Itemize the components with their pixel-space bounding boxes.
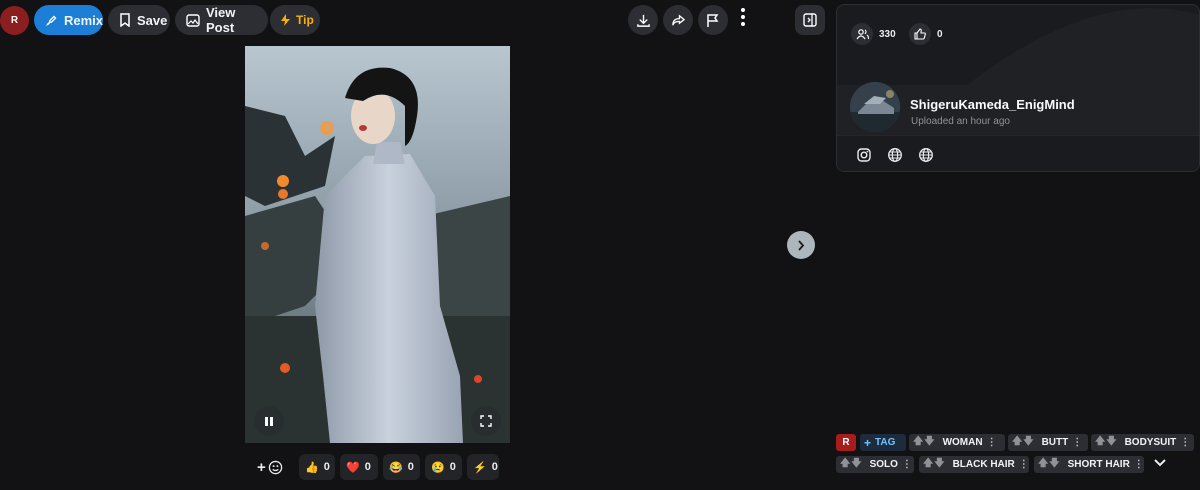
- reaction-like[interactable]: 👍 0: [299, 454, 335, 480]
- followers-stat: 330: [851, 23, 896, 45]
- avatar[interactable]: R: [0, 6, 29, 35]
- pause-icon: [264, 416, 274, 427]
- remix-button[interactable]: Remix: [34, 5, 103, 35]
- reaction-cry[interactable]: 😢 0: [425, 454, 462, 480]
- rating-badge: R: [836, 434, 856, 451]
- globe-icon[interactable]: [887, 147, 903, 163]
- chevron-right-icon: [797, 239, 805, 251]
- view-post-label: View Post: [206, 5, 236, 35]
- creator-avatar[interactable]: [850, 82, 900, 132]
- reaction-count: 0: [491, 461, 498, 473]
- toggle-sidebar-button[interactable]: [795, 5, 825, 35]
- save-button[interactable]: Save: [108, 5, 170, 35]
- tag-menu-icon[interactable]: ⋮: [1072, 437, 1082, 448]
- likes-stat: 0: [909, 23, 943, 45]
- laugh-emoji-icon: 😂: [389, 461, 403, 474]
- save-label: Save: [137, 12, 168, 28]
- upload-time: Uploaded an hour ago: [911, 116, 1010, 127]
- brush-icon: [45, 14, 58, 27]
- add-reaction-button[interactable]: +: [257, 454, 291, 480]
- tag-label: WOMAN: [942, 437, 983, 448]
- sidebar-toggle-icon: [803, 13, 817, 27]
- pause-button[interactable]: [254, 406, 284, 436]
- tag-item[interactable]: 🡅🡇 SOLO ⋮: [836, 456, 914, 473]
- portrait-image: [245, 46, 510, 443]
- smiley-icon: [268, 460, 283, 475]
- avatar-letter: R: [10, 15, 19, 26]
- vote-arrows-icon[interactable]: 🡅🡇: [840, 456, 863, 473]
- tip-button[interactable]: Tip: [270, 5, 320, 35]
- reaction-count: 0: [323, 461, 330, 473]
- share-button[interactable]: [663, 5, 693, 35]
- heart-emoji-icon: ❤️: [346, 461, 360, 474]
- followers-count: 330: [879, 28, 896, 40]
- creator-username[interactable]: ShigeruKameda_EnigMind: [910, 97, 1075, 112]
- tag-label: SHORT HAIR: [1067, 459, 1130, 470]
- lightning-emoji-icon: ⚡: [473, 461, 487, 474]
- vote-arrows-icon[interactable]: 🡅🡇: [1038, 456, 1061, 473]
- bookmark-icon: [119, 13, 131, 27]
- reaction-heart[interactable]: ❤️ 0: [340, 454, 378, 480]
- image-icon: [186, 13, 200, 27]
- reaction-lightning[interactable]: ⚡ 0: [467, 454, 499, 480]
- globe-icon[interactable]: [918, 147, 934, 163]
- fullscreen-button[interactable]: [471, 406, 501, 436]
- vote-arrows-icon[interactable]: 🡅🡇: [913, 434, 936, 451]
- thumbs-up-icon: [909, 23, 931, 45]
- vote-arrows-icon[interactable]: 🡅🡇: [1095, 434, 1118, 451]
- reaction-count: 0: [407, 461, 414, 473]
- tag-label: SOLO: [869, 459, 898, 470]
- tag-label: BODYSUIT: [1124, 437, 1177, 448]
- likes-count: 0: [937, 28, 943, 40]
- remix-label: Remix: [64, 12, 104, 28]
- tip-label: Tip: [296, 13, 314, 27]
- tag-label: BUTT: [1041, 437, 1069, 448]
- reaction-count: 0: [449, 461, 456, 473]
- more-options-button[interactable]: [736, 6, 750, 30]
- reaction-laugh[interactable]: 😂 0: [383, 454, 420, 480]
- tag-menu-icon[interactable]: ⋮: [1134, 459, 1144, 470]
- add-tag-button[interactable]: + TAG: [860, 434, 906, 451]
- tag-menu-icon[interactable]: ⋮: [902, 459, 912, 470]
- report-button[interactable]: [698, 5, 728, 35]
- tag-label: BLACK HAIR: [952, 459, 1015, 470]
- tag-item[interactable]: 🡅🡇 BODYSUIT ⋮: [1091, 434, 1194, 451]
- plus-icon: +: [864, 435, 872, 450]
- download-icon: [636, 13, 651, 28]
- tag-menu-icon[interactable]: ⋮: [987, 437, 997, 448]
- tag-item[interactable]: 🡅🡇 BLACK HAIR ⋮: [919, 456, 1029, 473]
- tag-item[interactable]: 🡅🡇 BUTT ⋮: [1008, 434, 1088, 451]
- view-post-button[interactable]: View Post: [175, 5, 268, 35]
- next-image-button[interactable]: [787, 231, 815, 259]
- chevron-down-icon: [1153, 458, 1167, 468]
- vertical-dots-icon: [736, 6, 750, 30]
- share-icon: [671, 13, 686, 28]
- avatar-image: [850, 82, 900, 132]
- expand-tags-button[interactable]: [1153, 458, 1167, 468]
- add-reaction-plus: +: [257, 458, 266, 476]
- lightning-icon: [281, 14, 290, 26]
- tag-menu-icon[interactable]: ⋮: [1180, 437, 1190, 448]
- download-button[interactable]: [628, 5, 658, 35]
- reaction-count: 0: [364, 461, 371, 473]
- tag-item[interactable]: 🡅🡇 WOMAN ⋮: [909, 434, 1005, 451]
- instagram-icon[interactable]: [856, 147, 872, 163]
- fullscreen-icon: [480, 415, 492, 427]
- thumbs-up-emoji-icon: 👍: [305, 461, 319, 474]
- media-viewer[interactable]: [245, 46, 510, 443]
- social-links: [837, 135, 1199, 171]
- tag-item[interactable]: 🡅🡇 SHORT HAIR ⋮: [1034, 456, 1144, 473]
- vote-arrows-icon[interactable]: 🡅🡇: [923, 456, 946, 473]
- add-tag-label: TAG: [875, 437, 896, 448]
- flag-icon: [706, 13, 720, 28]
- tag-menu-icon[interactable]: ⋮: [1019, 459, 1029, 470]
- vote-arrows-icon[interactable]: 🡅🡇: [1012, 434, 1035, 451]
- users-icon: [851, 23, 873, 45]
- rating-label: R: [842, 437, 850, 448]
- creator-card: 330 0 ShigeruKameda_EnigMind Uploaded an…: [836, 4, 1200, 172]
- cry-emoji-icon: 😢: [431, 461, 445, 474]
